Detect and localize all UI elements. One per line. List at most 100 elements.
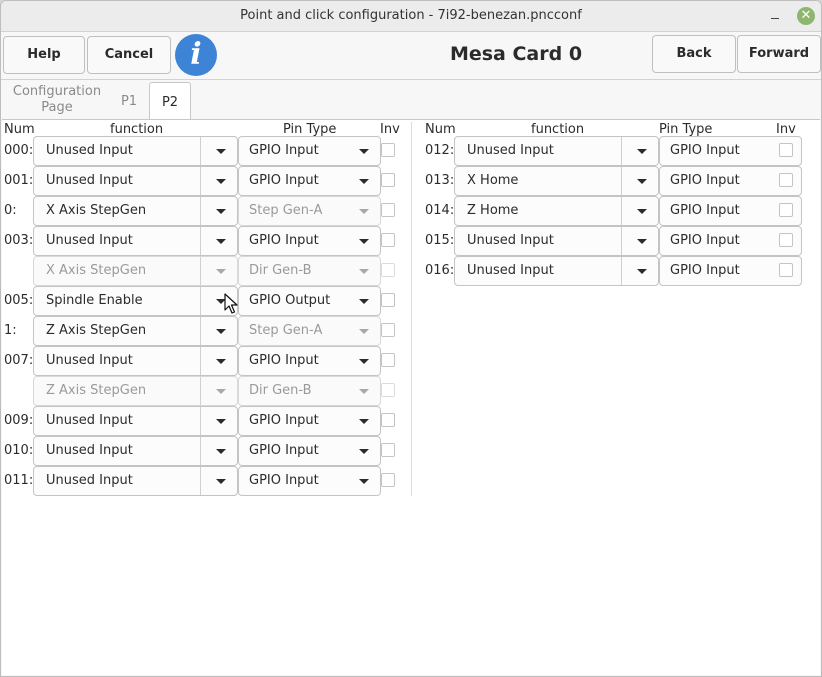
invert-checkbox[interactable] xyxy=(381,473,395,487)
chevron-down-icon xyxy=(216,389,226,394)
invert-checkbox[interactable] xyxy=(381,323,395,337)
chevron-down-icon xyxy=(216,419,226,424)
combo-separator xyxy=(621,197,622,225)
tab-bar: Configuration Page P1 P2 xyxy=(1,79,821,121)
function-select[interactable]: Spindle Enable xyxy=(33,286,238,316)
pin-type-select: Dir Gen-B xyxy=(238,376,381,406)
combo-separator xyxy=(200,467,201,495)
pin-type-select[interactable]: GPIO Input xyxy=(238,466,381,496)
pin-number: 013: xyxy=(425,173,455,188)
header-num-right: Num xyxy=(425,122,456,137)
invert-checkbox[interactable] xyxy=(381,413,395,427)
chevron-down-icon xyxy=(359,419,369,424)
function-select[interactable]: Unused Input xyxy=(33,436,238,466)
pin-row: 007: Unused Input GPIO Input xyxy=(2,346,820,376)
tab-label-line2: Page xyxy=(41,100,73,115)
tab-configuration-page[interactable]: Configuration Page xyxy=(9,84,105,116)
pin-number: 005: xyxy=(4,293,34,308)
chevron-down-icon xyxy=(359,389,369,394)
invert-checkbox[interactable] xyxy=(779,173,793,187)
chevron-down-icon xyxy=(359,359,369,364)
function-value: Z Home xyxy=(467,203,519,218)
function-select[interactable]: Unused Input xyxy=(33,346,238,376)
pin-type-select[interactable]: GPIO Input xyxy=(238,346,381,376)
app-window: Point and click configuration - 7i92-ben… xyxy=(0,0,822,677)
back-button[interactable]: Back xyxy=(652,35,736,73)
pin-number: 014: xyxy=(425,203,455,218)
function-value: Unused Input xyxy=(46,443,133,458)
combo-separator xyxy=(200,317,201,345)
chevron-down-icon xyxy=(359,479,369,484)
function-value: Spindle Enable xyxy=(46,293,143,308)
pin-type-select[interactable]: GPIO Input xyxy=(238,406,381,436)
pin-type-value: GPIO Input xyxy=(670,203,740,218)
invert-checkbox[interactable] xyxy=(779,143,793,157)
chevron-down-icon xyxy=(216,449,226,454)
chevron-down-icon xyxy=(216,359,226,364)
close-icon[interactable]: ✕ xyxy=(797,7,815,25)
pin-row: 014: Z Home GPIO Input xyxy=(2,196,820,226)
function-select[interactable]: Unused Input xyxy=(33,406,238,436)
function-select[interactable]: X Home xyxy=(454,166,659,196)
combo-separator xyxy=(621,257,622,285)
function-select: Z Axis StepGen xyxy=(33,376,238,406)
pin-number: 1: xyxy=(4,323,17,338)
combo-separator xyxy=(621,137,622,165)
chevron-down-icon xyxy=(637,179,647,184)
invert-checkbox[interactable] xyxy=(381,443,395,457)
cancel-button[interactable]: Cancel xyxy=(87,36,171,74)
function-select[interactable]: Unused Input xyxy=(454,226,659,256)
invert-checkbox[interactable] xyxy=(779,203,793,217)
pin-type-select[interactable]: GPIO Input xyxy=(238,436,381,466)
minimize-icon[interactable] xyxy=(767,5,785,25)
toolbar: Help Cancel i Mesa Card 0 Back Forward xyxy=(1,33,821,77)
pin-type-value: Step Gen-A xyxy=(249,323,323,338)
tab-p2[interactable]: P2 xyxy=(149,82,191,121)
function-select[interactable]: Unused Input xyxy=(33,466,238,496)
tab-label-line1: Configuration xyxy=(12,84,102,99)
function-value: Z Axis StepGen xyxy=(46,323,147,338)
function-value: Unused Input xyxy=(46,473,133,488)
forward-button[interactable]: Forward xyxy=(737,35,821,73)
pin-type-value: GPIO Input xyxy=(670,233,740,248)
function-value: Unused Input xyxy=(46,413,133,428)
tab-p1[interactable]: P1 xyxy=(111,94,147,109)
pin-row: 015: Unused Input GPIO Input xyxy=(2,226,820,256)
header-function-right: function xyxy=(531,122,585,137)
function-value: Unused Input xyxy=(46,353,133,368)
pin-type-select: Step Gen-A xyxy=(238,316,381,346)
function-select[interactable]: Z Axis StepGen xyxy=(33,316,238,346)
pin-config-panel: Num function Pin Type Inv Num function P… xyxy=(2,119,820,675)
combo-separator xyxy=(200,437,201,465)
pin-number: 010: xyxy=(4,443,34,458)
combo-separator xyxy=(200,287,201,315)
chevron-down-icon xyxy=(637,239,647,244)
pin-type-value: GPIO Input xyxy=(249,353,319,368)
invert-checkbox[interactable] xyxy=(381,293,395,307)
chevron-down-icon xyxy=(637,269,647,274)
pin-type-value: GPIO Input xyxy=(249,413,319,428)
pin-row: Z Axis StepGen Dir Gen-B xyxy=(2,376,820,406)
header-inv-left: Inv xyxy=(380,122,400,137)
pin-type-select[interactable]: GPIO Output xyxy=(238,286,381,316)
pin-row: 005: Spindle Enable GPIO Output xyxy=(2,286,820,316)
pin-number: 016: xyxy=(425,263,455,278)
invert-checkbox[interactable] xyxy=(381,353,395,367)
pin-row: 013: X Home GPIO Input xyxy=(2,166,820,196)
invert-checkbox[interactable] xyxy=(779,263,793,277)
pin-type-value: GPIO Input xyxy=(670,263,740,278)
function-select[interactable]: Unused Input xyxy=(454,136,659,166)
function-select[interactable]: Unused Input xyxy=(454,256,659,286)
function-select[interactable]: Z Home xyxy=(454,196,659,226)
pin-number: 007: xyxy=(4,353,34,368)
window-title: Point and click configuration - 7i92-ben… xyxy=(240,8,582,23)
chevron-down-icon xyxy=(359,299,369,304)
pin-row: 016: Unused Input GPIO Input xyxy=(2,256,820,286)
chevron-down-icon xyxy=(359,329,369,334)
chevron-down-icon xyxy=(216,329,226,334)
help-button[interactable]: Help xyxy=(3,36,85,74)
pin-row: 011: Unused Input GPIO Input xyxy=(2,466,820,496)
pin-type-value: Dir Gen-B xyxy=(249,383,312,398)
info-icon: i xyxy=(175,34,217,76)
invert-checkbox[interactable] xyxy=(779,233,793,247)
